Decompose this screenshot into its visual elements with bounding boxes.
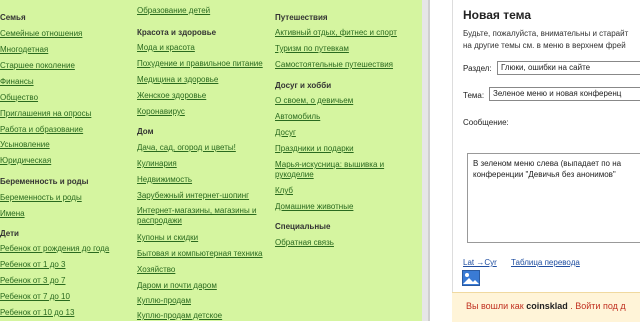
frame-border xyxy=(428,0,430,321)
menu-link[interactable]: Образование детей xyxy=(137,6,210,16)
section-label: Раздел: xyxy=(463,64,492,73)
menu-link[interactable]: Хозяйство xyxy=(137,265,175,275)
menu-link[interactable]: Работа и образование xyxy=(0,125,83,135)
message-textarea[interactable]: В зеленом меню слева (выпадает по на кон… xyxy=(467,153,640,243)
menu-link[interactable]: Клуб xyxy=(275,186,293,196)
description-line-1: Будьте, пожалуйста, внимательны и старай… xyxy=(463,29,629,38)
menu-link[interactable]: Обратная связь xyxy=(275,238,334,248)
menu-heading: Беременность и роды xyxy=(0,177,89,186)
menu-heading: Дом xyxy=(137,127,154,136)
page-title: Новая тема xyxy=(463,8,532,22)
menu-link[interactable]: Усыновление xyxy=(0,140,50,150)
menu-link[interactable]: Ребенок от 7 до 10 xyxy=(0,292,70,302)
menu-link[interactable]: Похудение и правильное питание xyxy=(137,59,263,69)
menu-link[interactable]: Беременность и роды xyxy=(0,193,82,203)
menu-link[interactable]: Купоны и скидки xyxy=(137,233,198,243)
menu-link[interactable]: Бытовая и компьютерная техника xyxy=(137,249,263,259)
menu-link[interactable]: Куплю-продам детское xyxy=(137,311,222,321)
message-line-1: В зеленом меню слева (выпадает по на xyxy=(473,159,622,168)
green-menu: Семья Семейные отношения Многодетная Старше… xyxy=(0,0,422,321)
menu-link[interactable]: Дача, сад, огород и цветы! xyxy=(137,143,236,153)
menu-link[interactable]: Общество xyxy=(0,93,38,103)
menu-link[interactable]: Юридическая xyxy=(0,156,51,166)
menu-link[interactable]: Даром и почти даром xyxy=(137,281,217,291)
description-line-2: на другие темы см. в меню в верхнем фрей xyxy=(463,41,626,50)
menu-heading: Дети xyxy=(0,229,19,238)
menu-link[interactable]: Недвижимость xyxy=(137,175,192,185)
menu-link[interactable]: Интернет-магазины, магазины и xyxy=(137,206,256,216)
menu-link[interactable]: Коронавирус xyxy=(137,107,185,117)
menu-link[interactable]: Марья-искусница: вышивка и xyxy=(275,160,384,170)
menu-link[interactable]: Ребенок от 1 до 3 xyxy=(0,260,66,270)
menu-link[interactable]: Ребенок от 3 до 7 xyxy=(0,276,66,286)
menu-heading: Красота и здоровье xyxy=(137,28,217,37)
menu-heading: Специальные xyxy=(275,222,331,231)
login-status-text: Вы вошли как coinsklad . Войти под д xyxy=(466,301,626,311)
topic-input[interactable]: Зеленое меню и новая конференц xyxy=(489,87,640,101)
menu-link[interactable]: Семейные отношения xyxy=(0,29,82,39)
menu-link[interactable]: Праздники и подарки xyxy=(275,144,354,154)
menu-link[interactable]: Самостоятельные путешествия xyxy=(275,60,393,70)
translation-table-link[interactable]: Таблица перевода xyxy=(511,258,580,267)
menu-link[interactable]: Досуг xyxy=(275,128,296,138)
menu-link[interactable]: Приглашения на опросы xyxy=(0,109,91,119)
login-suffix[interactable]: . Войти под д xyxy=(568,301,625,311)
menu-link[interactable]: Имена xyxy=(0,209,25,219)
section-select[interactable]: Глюки, ошибки на сайте xyxy=(497,61,640,75)
insert-image-icon[interactable] xyxy=(462,270,480,286)
message-label: Сообщение: xyxy=(463,118,509,127)
menu-link[interactable]: Автомобиль xyxy=(275,112,320,122)
menu-link[interactable]: Зарубежный интернет-шопинг xyxy=(137,191,249,201)
new-topic-panel: Новая тема Будьте, пожалуйста, вниматель… xyxy=(452,0,640,321)
login-status-bar: Вы вошли как coinsklad . Войти под д xyxy=(452,292,640,322)
menu-link[interactable]: Куплю-продам xyxy=(137,296,191,306)
username[interactable]: coinsklad xyxy=(526,301,568,311)
menu-link[interactable]: Домашние животные xyxy=(275,202,353,212)
menu-link[interactable]: распродажи xyxy=(137,216,182,226)
menu-heading: Путешествия xyxy=(275,13,328,22)
translit-link[interactable]: Lat →Cyr xyxy=(463,258,497,267)
menu-link[interactable]: Финансы xyxy=(0,77,34,87)
message-line-2: конференции "Девичья без анонимов" xyxy=(473,170,616,179)
menu-heading: Досуг и хобби xyxy=(275,81,332,90)
menu-link[interactable]: О своем, о девичьем xyxy=(275,96,353,106)
topic-label: Тема: xyxy=(463,91,485,100)
login-prefix: Вы вошли как xyxy=(466,301,527,311)
menu-link[interactable]: Кулинария xyxy=(137,159,177,169)
menu-link[interactable]: рукоделие xyxy=(275,170,314,180)
menu-link[interactable]: Активный отдых, фитнес и спорт xyxy=(275,28,397,38)
menu-link[interactable]: Туризм по путевкам xyxy=(275,44,349,54)
menu-link[interactable]: Медицина и здоровье xyxy=(137,75,218,85)
menu-link[interactable]: Старшее поколение xyxy=(0,61,75,71)
menu-link[interactable]: Ребенок от рождения до года xyxy=(0,244,109,254)
page-description: Будьте, пожалуйста, внимательны и старай… xyxy=(463,28,628,52)
menu-heading: Семья xyxy=(0,13,26,22)
menu-link[interactable]: Женское здоровье xyxy=(137,91,206,101)
menu-link[interactable]: Многодетная xyxy=(0,45,48,55)
menu-link[interactable]: Мода и красота xyxy=(137,43,195,53)
menu-link[interactable]: Ребенок от 10 до 13 xyxy=(0,308,74,318)
